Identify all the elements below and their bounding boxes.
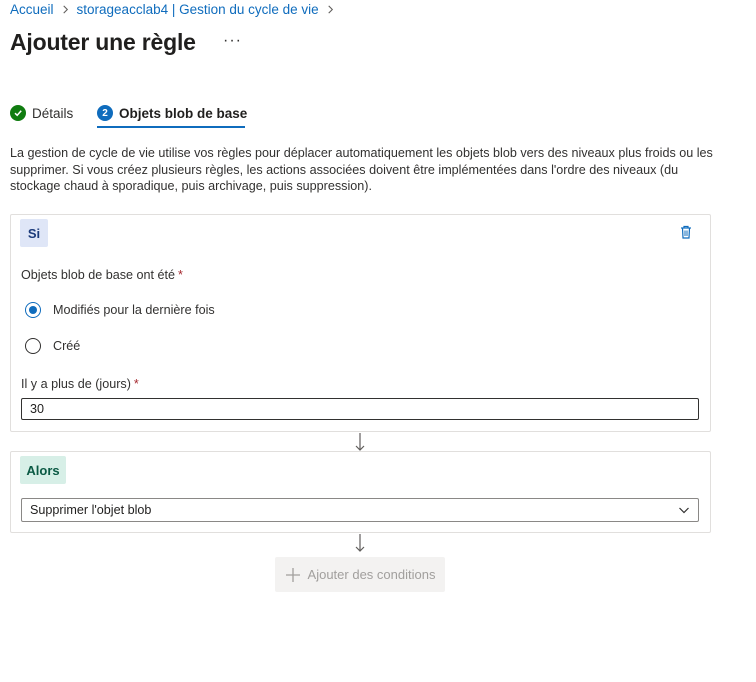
down-arrow-icon bbox=[353, 432, 367, 452]
checkmark-icon bbox=[10, 105, 26, 121]
days-input[interactable]: 30 bbox=[21, 398, 699, 420]
delete-icon[interactable] bbox=[678, 224, 694, 240]
chevron-down-icon bbox=[678, 504, 690, 516]
radio-unchecked-icon bbox=[25, 338, 41, 354]
action-dropdown-value: Supprimer l'objet blob bbox=[30, 503, 152, 517]
description-text: La gestion de cycle de vie utilise vos r… bbox=[10, 146, 713, 193]
condition-label-text: Objets blob de base ont été bbox=[21, 268, 176, 282]
tab-details-label: Détails bbox=[32, 105, 74, 121]
radio-created[interactable]: Créé bbox=[25, 338, 80, 354]
radio-checked-icon bbox=[25, 302, 41, 318]
step-number-badge: 2 bbox=[97, 105, 113, 121]
more-options-button[interactable]: ··· bbox=[223, 32, 242, 50]
chevron-right-icon bbox=[61, 5, 70, 14]
down-arrow-icon bbox=[353, 533, 367, 553]
required-mark: * bbox=[133, 377, 139, 391]
days-label: Il y a plus de (jours) * bbox=[21, 377, 139, 391]
required-mark: * bbox=[178, 268, 183, 282]
days-label-text: Il y a plus de (jours) bbox=[21, 377, 131, 391]
page-title: Ajouter une règle bbox=[10, 29, 196, 55]
add-conditions-label: Ajouter des conditions bbox=[307, 567, 436, 582]
then-badge: Alors bbox=[20, 456, 66, 484]
radio-last-modified-label: Modifiés pour la dernière fois bbox=[53, 303, 215, 317]
breadcrumb: Accueil storageacclab4 | Gestion du cycl… bbox=[10, 0, 342, 18]
radio-created-label: Créé bbox=[53, 339, 81, 353]
radio-last-modified[interactable]: Modifiés pour la dernière fois bbox=[25, 302, 215, 318]
chevron-right-icon bbox=[326, 5, 335, 14]
add-conditions-button[interactable]: Ajouter des conditions bbox=[275, 557, 445, 592]
action-dropdown[interactable]: Supprimer l'objet blob bbox=[21, 498, 699, 522]
active-tab-indicator bbox=[97, 126, 245, 128]
tab-base-blobs[interactable]: 2 Objets blob de base bbox=[97, 103, 247, 123]
condition-label: Objets blob de base ont été * bbox=[21, 268, 183, 282]
breadcrumb-home-link[interactable]: Accueil bbox=[10, 2, 54, 17]
breadcrumb-lifecycle-link[interactable]: storageacclab4 | Gestion du cycle de vie bbox=[77, 2, 319, 17]
tab-base-blobs-label: Objets blob de base bbox=[119, 105, 248, 121]
plus-icon bbox=[285, 567, 301, 583]
if-badge: Si bbox=[20, 219, 48, 247]
tab-details[interactable]: Détails bbox=[10, 103, 73, 123]
